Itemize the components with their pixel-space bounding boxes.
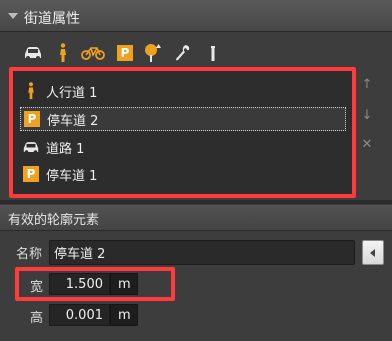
- close-icon: ✕: [361, 136, 373, 152]
- panel-divider[interactable]: [0, 200, 392, 204]
- street-properties-title: 街道属性: [24, 11, 80, 27]
- down-arrow-icon: ↓: [361, 107, 373, 123]
- contour-element-title: 有效的轮廓元素: [8, 213, 100, 228]
- height-unit: m: [110, 304, 138, 326]
- tree-icon[interactable]: [142, 42, 164, 64]
- pedestrian-icon[interactable]: [52, 42, 74, 64]
- name-field-value: 停车道 2: [54, 247, 106, 262]
- height-input[interactable]: 0.001: [49, 304, 110, 326]
- move-down-button[interactable]: ↓: [359, 107, 375, 123]
- parking-icon[interactable]: P: [114, 42, 136, 64]
- remove-button[interactable]: ✕: [359, 136, 375, 152]
- chevron-left-icon: [370, 248, 375, 257]
- parking-glyph: P: [117, 45, 133, 61]
- car-icon[interactable]: [22, 42, 44, 64]
- up-arrow-icon: ↑: [361, 76, 373, 92]
- bollard-icon[interactable]: [202, 42, 224, 64]
- height-label: 高: [30, 311, 44, 326]
- width-highlight-annotation: [15, 267, 175, 301]
- list-highlight-annotation: [9, 67, 356, 198]
- wrench-icon[interactable]: [172, 42, 194, 64]
- name-dropdown-button[interactable]: [362, 240, 384, 265]
- bicycle-icon[interactable]: [80, 42, 106, 64]
- move-up-button[interactable]: ↑: [359, 76, 375, 92]
- name-label: 名称: [16, 247, 43, 262]
- collapse-triangle-icon[interactable]: [8, 13, 18, 19]
